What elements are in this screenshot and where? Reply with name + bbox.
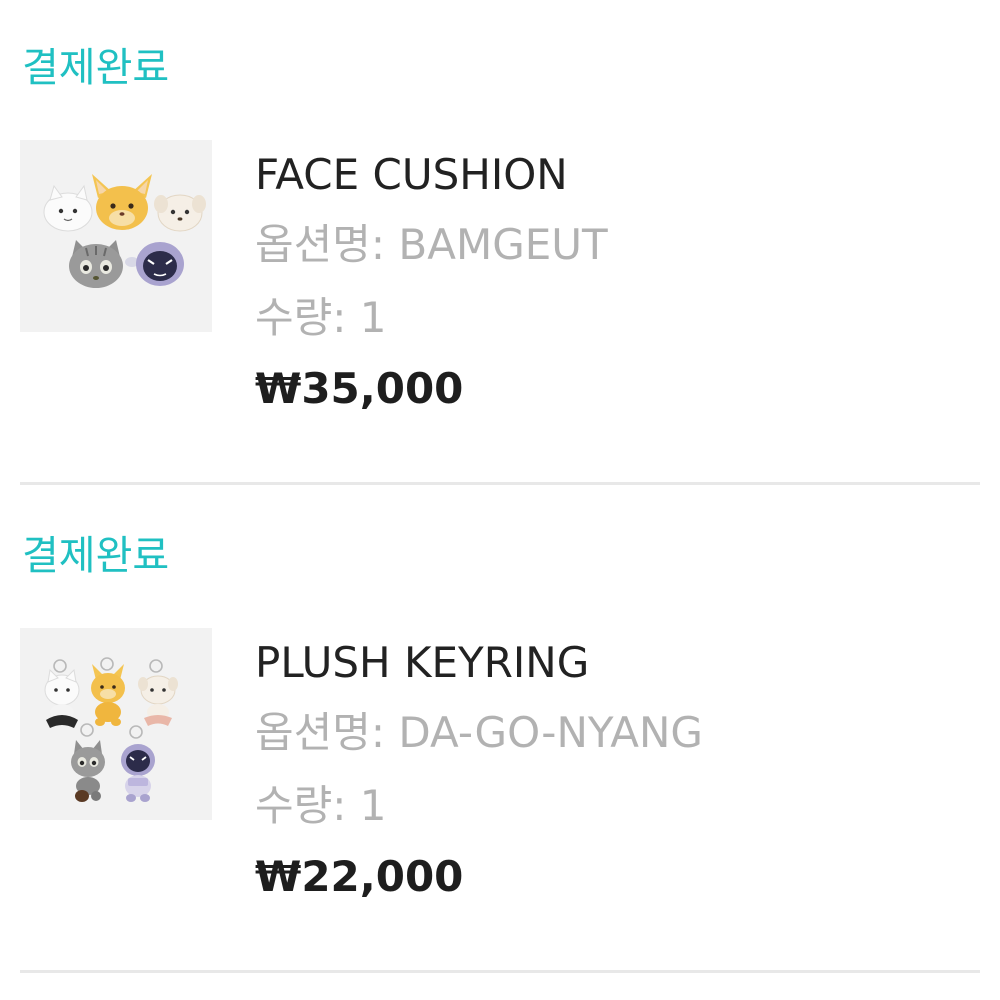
product-thumbnail[interactable] bbox=[20, 140, 212, 332]
product-option: 옵션명: BAMGEUT bbox=[255, 218, 608, 272]
option-label: 옵션명: bbox=[255, 220, 399, 269]
plush-keyring-grey bbox=[71, 740, 105, 802]
plush-face-cream bbox=[154, 194, 206, 232]
option-label: 옵션명: bbox=[255, 708, 399, 757]
quantity-value: 1 bbox=[359, 293, 387, 342]
order-status: 결제완료 bbox=[22, 533, 170, 579]
divider bbox=[20, 482, 980, 485]
product-quantity: 수량: 1 bbox=[255, 779, 387, 833]
product-thumbnail[interactable] bbox=[20, 628, 212, 820]
plush-face-yellow bbox=[92, 174, 152, 230]
product-quantity: 수량: 1 bbox=[255, 291, 387, 345]
option-value: BAMGEUT bbox=[398, 220, 608, 269]
plush-keyring-cream bbox=[138, 675, 178, 726]
order-status: 결제완료 bbox=[22, 45, 170, 91]
plush-keyring-yellow bbox=[91, 664, 125, 726]
quantity-value: 1 bbox=[359, 781, 387, 830]
plush-face-grey bbox=[69, 240, 123, 288]
order-item: 결제완료 bbox=[0, 488, 1000, 976]
option-value: DA-GO-NYANG bbox=[398, 708, 703, 757]
product-name[interactable]: FACE CUSHION bbox=[255, 148, 568, 202]
plush-face-white bbox=[43, 184, 93, 232]
product-price: ₩35,000 bbox=[255, 364, 464, 413]
product-name[interactable]: PLUSH KEYRING bbox=[255, 636, 589, 690]
divider bbox=[20, 970, 980, 973]
quantity-label: 수량: bbox=[255, 293, 360, 342]
product-price: ₩22,000 bbox=[255, 852, 464, 901]
plush-keyring-purple bbox=[121, 744, 155, 802]
plush-face-purple bbox=[125, 242, 184, 286]
face-cushion-image bbox=[43, 174, 206, 288]
order-item: 결제완료 bbox=[0, 0, 1000, 488]
quantity-label: 수량: bbox=[255, 781, 360, 830]
plush-keyring-white bbox=[44, 668, 80, 728]
plush-keyring-image bbox=[44, 657, 178, 802]
product-option: 옵션명: DA-GO-NYANG bbox=[255, 706, 703, 760]
